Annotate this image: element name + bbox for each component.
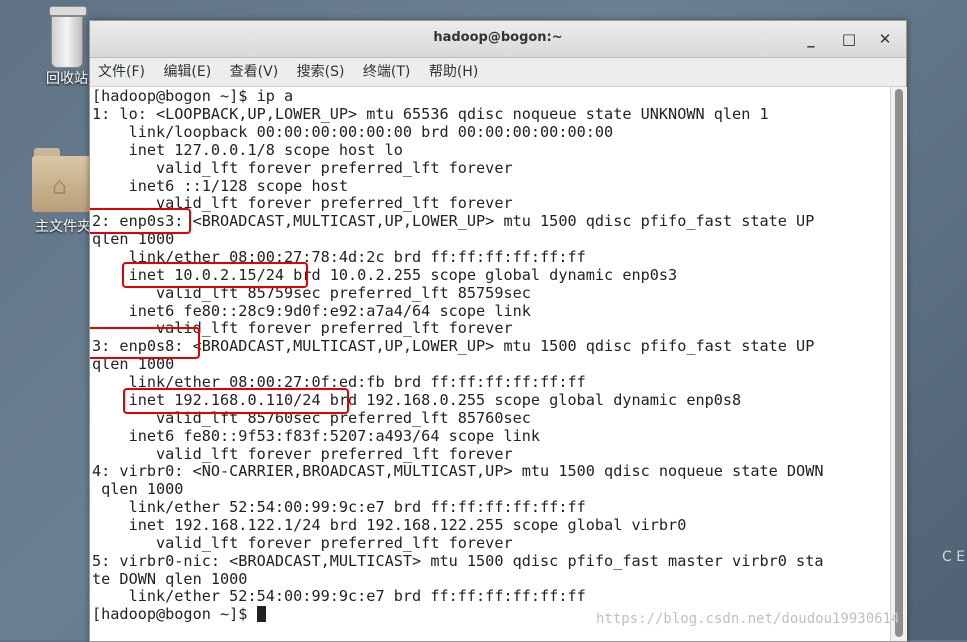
terminal-line: inet 127.0.0.1/8 scope host lo: [92, 141, 403, 159]
menu-help[interactable]: 帮助(H): [429, 64, 478, 80]
home-folder-label: 主文件夹: [35, 219, 91, 235]
menu-bar: 文件(F) 编辑(E) 查看(V) 搜索(S) 终端(T) 帮助(H): [90, 58, 906, 87]
terminal-line: valid_lft forever preferred_lft forever: [92, 159, 513, 177]
trash-icon: [49, 6, 87, 68]
terminal-output[interactable]: [hadoop@bogon ~]$ ip a 1: lo: <LOOPBACK,…: [90, 87, 890, 641]
terminal-line: link/ether 52:54:00:99:9c:e7 brd ff:ff:f…: [92, 498, 586, 516]
terminal-line: 1: lo: <LOOPBACK,UP,LOWER_UP> mtu 65536 …: [92, 105, 769, 123]
desktop-edge-text: C E: [942, 549, 966, 565]
desktop-home-folder[interactable]: ⌂ 主文件夹: [28, 146, 98, 236]
terminal-line: 3: enp0s8: <BROADCAST,MULTICAST,UP,LOWER…: [92, 337, 815, 355]
window-title: hadoop@bogon:~: [433, 30, 563, 45]
menu-view[interactable]: 查看(V): [230, 64, 279, 80]
minimize-button[interactable]: _: [800, 28, 822, 50]
terminal-line: 2: enp0s3: <BROADCAST,MULTICAST,UP,LOWER…: [92, 212, 815, 230]
highlight-enp0s3-name: [90, 208, 191, 234]
terminal-line: [hadoop@bogon ~]$ ip a: [92, 87, 294, 105]
highlight-enp0s8-name: [90, 327, 200, 359]
highlight-enp0s3-inet: [122, 262, 308, 288]
watermark: https://blog.csdn.net/doudou19930614: [596, 611, 900, 627]
close-button[interactable]: ✕: [874, 28, 896, 50]
terminal-line: inet6 fe80::9f53:f83f:5207:a493/64 scope…: [92, 427, 541, 445]
menu-file[interactable]: 文件(F): [98, 64, 145, 80]
terminal-cursor: [256, 606, 266, 622]
highlight-enp0s8-inet: [123, 388, 349, 414]
menu-terminal[interactable]: 终端(T): [363, 64, 410, 80]
terminal-line: link/loopback 00:00:00:00:00:00 brd 00:0…: [92, 123, 614, 141]
terminal-line: 5: virbr0-nic: <BROADCAST,MULTICAST> mtu…: [92, 552, 824, 570]
terminal-line: link/ether 52:54:00:99:9c:e7 brd ff:ff:f…: [92, 587, 586, 605]
home-folder-icon: ⌂: [30, 146, 96, 216]
terminal-line: inet 192.168.122.1/24 brd 192.168.122.25…: [92, 516, 687, 534]
terminal-window: hadoop@bogon:~ _ □ ✕ 文件(F) 编辑(E) 查看(V) 搜…: [89, 20, 907, 642]
terminal-scrollbar[interactable]: [890, 87, 907, 641]
terminal-line: valid_lft forever preferred_lft forever: [92, 534, 513, 552]
terminal-prompt: [hadoop@bogon ~]$: [92, 605, 257, 623]
menu-edit[interactable]: 编辑(E): [163, 64, 211, 80]
maximize-button[interactable]: □: [838, 28, 860, 50]
menu-search[interactable]: 搜索(S): [297, 64, 345, 80]
terminal-line: qlen 1000: [92, 480, 184, 498]
terminal-line: 4: virbr0: <NO-CARRIER,BROADCAST,MULTICA…: [92, 462, 824, 480]
scrollbar-thumb[interactable]: [895, 89, 903, 637]
window-titlebar[interactable]: hadoop@bogon:~ _ □ ✕: [90, 21, 906, 58]
